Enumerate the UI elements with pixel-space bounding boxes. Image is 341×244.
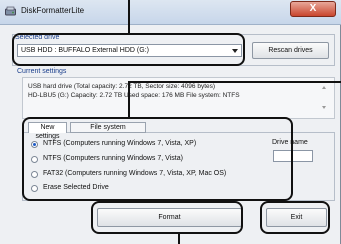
scroll-up-icon[interactable] [322, 86, 326, 89]
radio-button[interactable] [31, 156, 38, 163]
drive-select-value: USB HDD : BUFFALO External HDD (G:) [21, 47, 149, 54]
radio-button[interactable] [31, 141, 38, 148]
title-bar: DiskFormatterLite X [0, 0, 341, 25]
current-settings-line2: HD-LBU5 (G:) Capacity: 2.72 TB Used spac… [28, 92, 240, 99]
current-settings-line1: USB hard drive (Total capacity: 2.72 TB,… [28, 83, 216, 90]
callout-leader-settings-v [128, 81, 130, 118]
drive-name-label: Drive name [272, 139, 308, 146]
radio-label: FAT32 (Computers running Windows 7, Vist… [43, 170, 227, 177]
format-button[interactable]: Format [97, 208, 242, 227]
radio-label: NTFS (Computers running Windows 7, Vista… [43, 155, 183, 162]
drive-select[interactable]: USB HDD : BUFFALO External HDD (G:) [17, 44, 242, 57]
radio-label: Erase Selected Drive [43, 184, 109, 191]
drive-name-input[interactable] [273, 150, 313, 162]
rescan-drives-button[interactable]: Rescan drives [252, 42, 329, 59]
radio-label: NTFS (Computers running Windows 7, Vista… [43, 140, 197, 147]
tab-new-settings[interactable]: New settings [28, 122, 67, 140]
radio-button[interactable] [31, 171, 38, 178]
selected-drive-label: Selected drive [15, 34, 60, 41]
tab-file-system[interactable]: File system [70, 122, 146, 133]
callout-leader-format [178, 233, 180, 244]
radio-button[interactable] [31, 185, 38, 192]
exit-button[interactable]: Exit [266, 208, 327, 227]
current-settings-label: Current settings [17, 68, 67, 75]
window-title: DiskFormatterLite [21, 6, 85, 15]
chevron-down-icon [232, 49, 238, 53]
current-settings-box: USB hard drive (Total capacity: 2.72 TB,… [22, 77, 335, 119]
scroll-down-icon[interactable] [322, 106, 326, 109]
callout-leader-settings-h [128, 81, 341, 83]
callout-leader-drive [128, 0, 130, 34]
close-button[interactable]: X [290, 1, 336, 17]
app-window: DiskFormatterLite X Selected drive USB H… [0, 0, 341, 244]
disk-app-icon [5, 6, 16, 16]
